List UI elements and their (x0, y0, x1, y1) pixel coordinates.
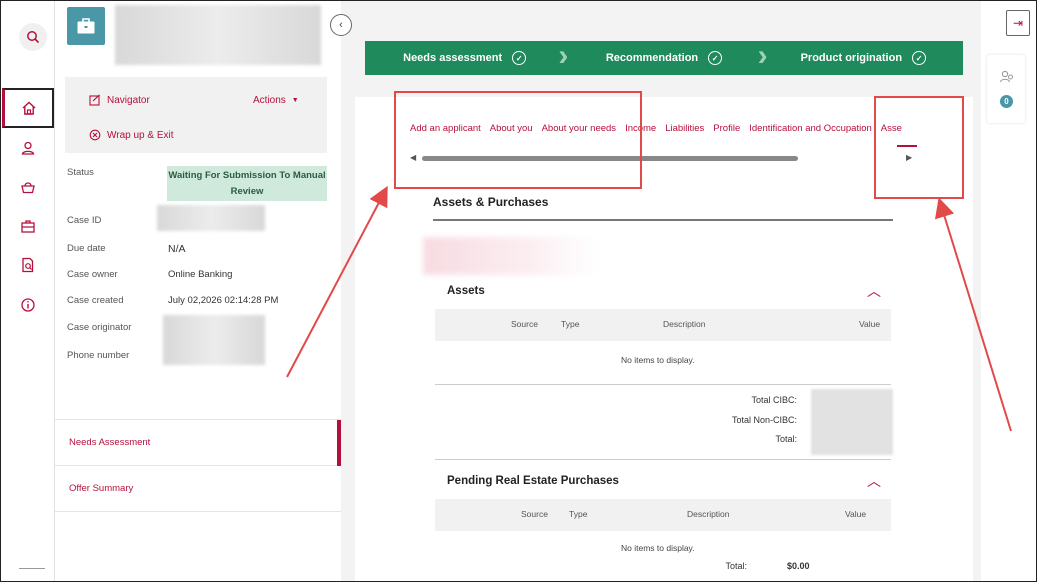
step-label: Needs assessment (403, 52, 503, 64)
user-icon[interactable] (3, 128, 53, 168)
people-icon (999, 70, 1013, 83)
totals-redacted (811, 389, 893, 455)
due-date-label: Due date (67, 243, 106, 254)
wrap-up-exit-link[interactable]: Wrap up & Exit (89, 129, 174, 141)
actions-dropdown[interactable]: Actions ▼ (253, 95, 299, 106)
case-originator-label: Case originator (67, 322, 132, 333)
navigator-label: Navigator (107, 94, 150, 106)
divider (435, 459, 891, 460)
step-recommendation[interactable]: Recommendation ✓ › (564, 41, 768, 75)
home-icon[interactable] (2, 88, 54, 128)
col-description: Description (663, 319, 706, 329)
chevron-up-icon[interactable]: ︿ (867, 471, 881, 491)
total-cibc-label: Total CIBC: (751, 395, 797, 405)
side-nav-offer-summary[interactable]: Offer Summary (55, 466, 341, 512)
chevron-left-icon: ‹ (339, 19, 343, 31)
pending-total-value: $0.00 (787, 561, 810, 571)
status-badge: Waiting For Submission To Manual Review (167, 166, 327, 201)
edit-icon (89, 94, 100, 106)
icon-rail (1, 1, 55, 581)
pending-total-label: Total: (725, 561, 747, 571)
total-non-cibc-label: Total Non-CIBC: (731, 415, 797, 425)
assets-heading: Assets (447, 285, 485, 297)
case-menu: Navigator Actions ▼ Wrap up & Exit (65, 77, 327, 153)
divider (433, 219, 893, 221)
info-icon[interactable] (3, 285, 53, 325)
wrap-up-label: Wrap up & Exit (107, 129, 174, 141)
search-icon[interactable] (19, 23, 47, 51)
pending-table-header: Source Type Description Value (435, 499, 891, 531)
navigator-link[interactable]: Navigator (89, 94, 150, 106)
applicant-count-badge: 0 (1000, 95, 1013, 108)
chevron-up-icon[interactable]: ︿ (867, 281, 881, 301)
briefcase-icon[interactable] (3, 206, 53, 246)
exit-panel-button[interactable]: ⇥ (1006, 10, 1030, 36)
briefcase-icon (67, 7, 105, 45)
check-icon: ✓ (912, 51, 927, 65)
progress-stepper: Needs assessment ✓ › Recommendation ✓ › … (365, 41, 963, 75)
step-product-origination[interactable]: Product origination ✓ (764, 41, 963, 75)
originator-phone-redacted (163, 315, 265, 365)
case-owner-value: Online Banking (168, 269, 233, 280)
check-icon: ✓ (512, 51, 527, 65)
case-created-value: July 02,2026 02:14:28 PM (168, 295, 279, 306)
side-nav-needs-assessment[interactable]: Needs Assessment (55, 420, 341, 466)
empty-message: No items to display. (621, 543, 695, 553)
close-circle-icon (89, 129, 101, 141)
phone-number-label: Phone number (67, 350, 130, 361)
pending-purchases-heading: Pending Real Estate Purchases (447, 475, 619, 487)
step-needs-assessment[interactable]: Needs assessment ✓ › (365, 41, 568, 75)
section-title: Assets & Purchases (433, 195, 549, 209)
app-window: Navigator Actions ▼ Wrap up & Exit Statu… (0, 0, 1037, 582)
applicants-widget[interactable]: 0 (987, 55, 1025, 123)
case-created-label: Case created (67, 295, 124, 306)
side-nav: Needs Assessment Offer Summary (55, 419, 341, 512)
actions-label: Actions (253, 95, 286, 106)
main-content: Needs assessment ✓ › Recommendation ✓ › … (341, 1, 981, 581)
caret-down-icon: ▼ (291, 97, 299, 104)
annotation-box-asse-tab (874, 96, 964, 199)
step-label: Recommendation (605, 52, 699, 64)
check-icon: ✓ (708, 51, 723, 65)
step-label: Product origination (800, 52, 903, 64)
divider (19, 568, 45, 569)
divider (435, 384, 891, 385)
collapse-panel-button[interactable]: ‹ (330, 14, 352, 36)
col-source: Source (521, 509, 548, 519)
right-panel: ⇥ 0 (981, 1, 1036, 581)
col-type: Type (561, 319, 580, 329)
redacted-banner (423, 237, 599, 275)
col-type: Type (569, 509, 588, 519)
side-nav-label: Offer Summary (69, 483, 134, 494)
case-id-redacted (157, 205, 265, 231)
exit-icon: ⇥ (1012, 16, 1024, 30)
basket-icon[interactable] (3, 167, 53, 207)
col-value: Value (845, 509, 867, 519)
tab-liabilities[interactable]: Liabilities (665, 123, 704, 134)
document-search-icon[interactable] (3, 245, 53, 285)
case-title-redacted (115, 5, 321, 65)
col-value: Value (859, 319, 881, 329)
annotation-box-tabs (394, 91, 642, 189)
assets-table-header: Source Type Description Value (435, 309, 891, 341)
tab-profile[interactable]: Profile (713, 123, 740, 134)
total-label: Total: (775, 434, 797, 444)
col-source: Source (511, 319, 538, 329)
case-owner-label: Case owner (67, 269, 118, 280)
status-label: Status (67, 167, 94, 178)
tab-identification-occupation[interactable]: Identification and Occupation (749, 123, 872, 134)
case-id-label: Case ID (67, 215, 102, 226)
col-description: Description (687, 509, 730, 519)
empty-message: No items to display. (621, 355, 695, 365)
case-panel: Navigator Actions ▼ Wrap up & Exit Statu… (55, 1, 341, 581)
side-nav-label: Needs Assessment (69, 437, 151, 448)
due-date-value: N/A (168, 243, 186, 255)
